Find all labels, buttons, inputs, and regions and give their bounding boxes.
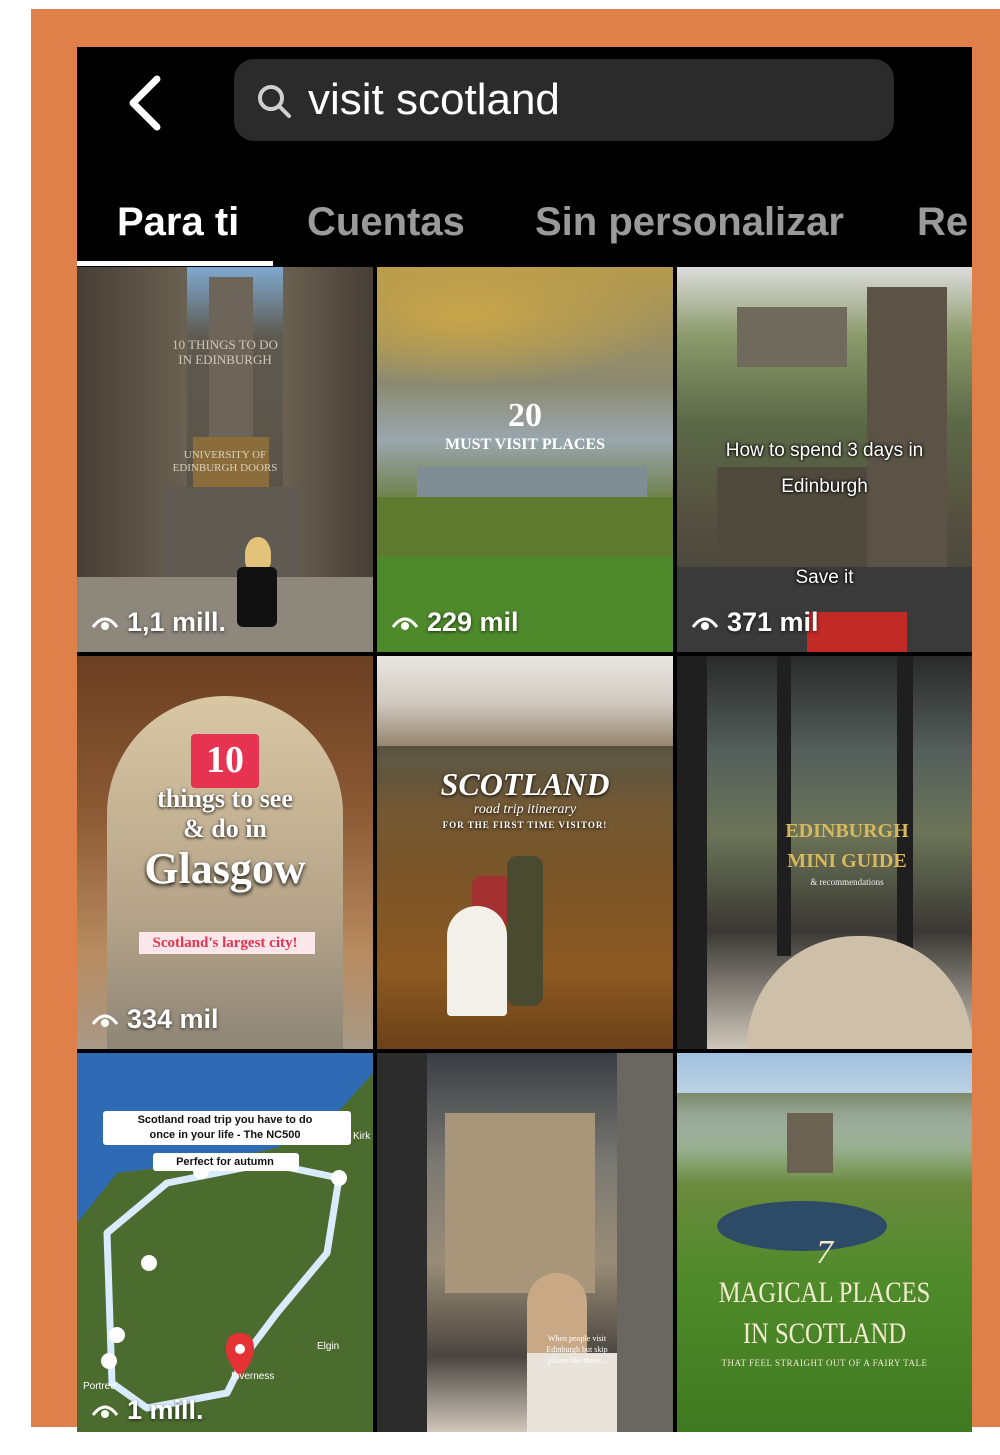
map-label: Portree (83, 1381, 116, 1392)
map-label: Kirk (353, 1131, 371, 1142)
tile-overlay-text: MINI GUIDE (787, 850, 907, 872)
tile-overlay-text: Perfect for autumn (176, 1156, 274, 1168)
tile-overlay-text: once in your life - The NC500 (149, 1129, 301, 1141)
tile-overlay-text: Scotland road trip you have to do (137, 1114, 313, 1126)
tile-overlay-text: EDINBURGH (785, 820, 909, 842)
search-icon (258, 85, 291, 118)
search-input[interactable]: visit scotland (308, 73, 560, 127)
tile-overlay-text: 10 THINGS TO DO (172, 337, 278, 352)
video-tile[interactable]: Scotland road trip you have to do once i… (77, 1053, 373, 1432)
back-arrow-icon[interactable] (117, 73, 177, 133)
view-count: 371 mil (691, 607, 819, 638)
search-bar[interactable]: visit scotland (234, 59, 894, 141)
video-tile[interactable]: SCOTLAND road trip itinerary FOR THE FIR… (377, 656, 673, 1049)
tile-overlay-text: IN SCOTLAND (742, 1317, 907, 1350)
tile-overlay-text: EDINBURGH DOORS (172, 462, 278, 474)
tile-overlay-text: IN EDINBURGH (178, 352, 272, 367)
tile-overlay-text: Glasgow (144, 844, 306, 893)
tile-overlay-text: & do in (183, 814, 267, 843)
video-tile[interactable]: How to spend 3 days in Edinburgh Save it… (677, 267, 972, 652)
view-count: 229 mil (391, 607, 519, 638)
tile-overlay-text: 20 (508, 397, 542, 434)
video-tile[interactable]: 10 things to see & do in Glasgow Scotlan… (77, 656, 373, 1049)
video-tile[interactable]: EDINBURGH MINI GUIDE & recommendations (677, 656, 972, 1049)
tab-partial[interactable]: Re (917, 195, 968, 249)
tile-overlay-text: When people visit (547, 1334, 607, 1343)
tile-overlay-text: UNIVERSITY OF (183, 449, 267, 461)
tile-overlay-text: road trip itinerary (473, 802, 577, 817)
view-count: 1,1 mill. (91, 607, 226, 638)
tile-overlay-text: 7 (816, 1234, 833, 1271)
eye-icon (91, 1405, 119, 1418)
tile-overlay-text: & recommendations (810, 877, 884, 887)
map-label: Inverness (231, 1371, 275, 1382)
tile-overlay-text: places like these... (547, 1356, 607, 1365)
eye-icon (91, 617, 119, 630)
tile-overlay-text: MUST VISIT PLACES (444, 436, 606, 453)
video-tile[interactable]: 20 MUST VISIT PLACES 229 mil (377, 267, 673, 652)
view-count: 334 mil (91, 1004, 219, 1035)
tile-overlay-text: THAT FEEL STRAIGHT OUT OF A FAIRY TALE (721, 1358, 928, 1368)
view-count: 1 mill. (91, 1395, 204, 1426)
phone-screen: visit scotland Para ti Cuentas Sin perso… (77, 47, 972, 1432)
tile-overlay-text: How to spend 3 days in (725, 440, 924, 461)
tile-overlay-text: 10 (206, 739, 244, 781)
tab-bar: Para ti Cuentas Sin personalizar Re (77, 195, 972, 265)
tile-overlay-text: MAGICAL PLACES (718, 1276, 931, 1309)
top-bar: visit scotland Para ti Cuentas Sin perso… (77, 47, 972, 267)
active-tab-indicator (77, 261, 273, 266)
map-image (77, 1073, 373, 1432)
tile-overlay-text: Edinburgh but skip (546, 1345, 608, 1354)
eye-icon (391, 617, 419, 630)
eye-icon (691, 617, 719, 630)
results-grid: 10 THINGS TO DO IN EDINBURGH UNIVERSITY … (77, 267, 972, 1432)
tile-overlay-text: FOR THE FIRST TIME VISITOR! (442, 820, 608, 830)
video-tile[interactable]: When people visit Edinburgh but skip pla… (377, 1053, 673, 1432)
tab-cuentas[interactable]: Cuentas (307, 195, 465, 249)
video-tile[interactable]: 10 THINGS TO DO IN EDINBURGH UNIVERSITY … (77, 267, 373, 652)
tab-sin-personalizar[interactable]: Sin personalizar (535, 195, 844, 249)
tile-overlay-text: Save it (795, 567, 854, 588)
video-tile[interactable]: 7 MAGICAL PLACES IN SCOTLAND THAT FEEL S… (677, 1053, 972, 1432)
tab-para-ti[interactable]: Para ti (117, 195, 239, 249)
tile-overlay-text: things to see (157, 784, 293, 813)
map-label: Elgin (317, 1341, 340, 1352)
tile-overlay-text: SCOTLAND (440, 766, 610, 802)
eye-icon (91, 1014, 119, 1027)
tile-overlay-text: Scotland's largest city! (152, 935, 298, 951)
tile-overlay-text: Edinburgh (781, 476, 868, 497)
